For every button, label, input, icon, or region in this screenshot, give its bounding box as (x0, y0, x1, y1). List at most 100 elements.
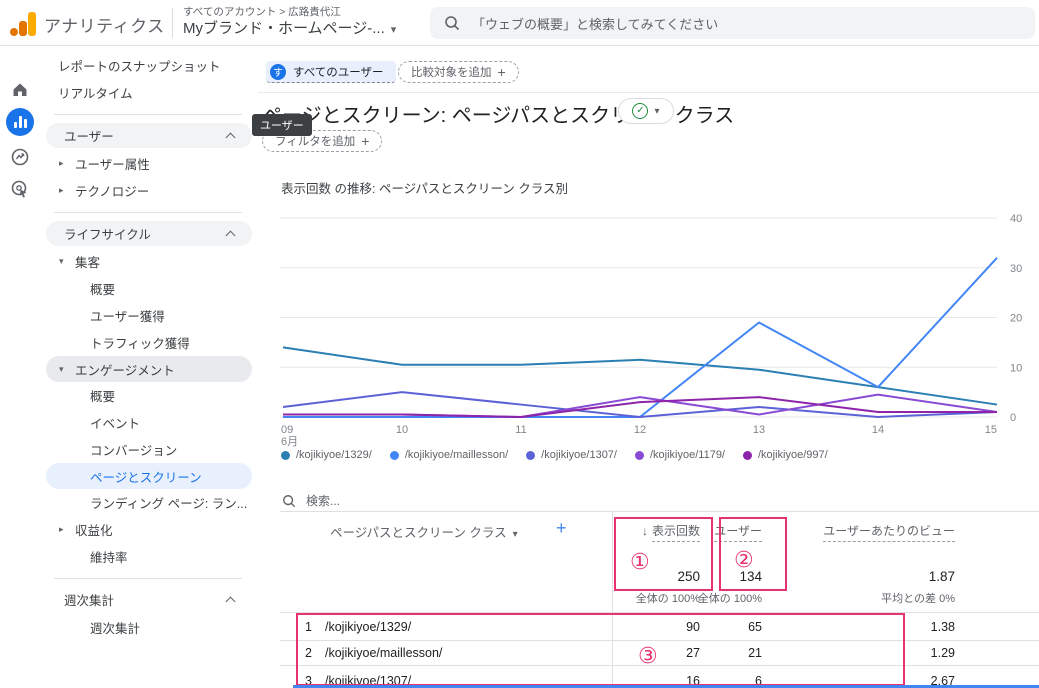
legend-item[interactable]: /kojikiyoe/maillesson/ (390, 449, 508, 461)
sidebar-item-label: レポートのスナップショット (58, 56, 221, 75)
audience-chip-label: すべてのユーザー (293, 64, 384, 80)
dimension-column-header[interactable]: ページパスとスクリーン クラス▾ (330, 522, 518, 541)
sidebar-item-label: 集客 (75, 252, 100, 271)
sidebar-item[interactable]: イベント (40, 409, 258, 436)
top-app-bar: アナリティクス すべてのアカウント > 広路貴代江 Myブランド・ホームページ-… (0, 0, 1039, 46)
svg-text:12: 12 (634, 424, 646, 436)
sidebar-item-label: 週次集計 (64, 590, 114, 609)
sidebar-item[interactable]: 週次集計 (46, 587, 252, 612)
search-icon (444, 15, 460, 31)
nav-rail (0, 46, 40, 688)
sidebar-item[interactable]: 週次集計 (40, 614, 258, 641)
chevron-up-icon (226, 597, 236, 607)
app-name: アナリティクス (44, 12, 165, 37)
legend-item[interactable]: /kojikiyoe/1329/ (281, 449, 372, 461)
svg-text:6月: 6月 (281, 436, 298, 448)
annotation-number-2: ② (734, 548, 754, 573)
sidebar-divider (54, 212, 242, 213)
chevron-down-icon: ▾ (59, 256, 64, 267)
sidebar-item[interactable]: ▾ 集客 (40, 248, 258, 275)
chevron-up-icon (226, 133, 236, 143)
annotation-number-3: ③ (638, 644, 658, 669)
views-per-user-total: 1.87 (805, 569, 955, 584)
svg-text:0: 0 (1010, 412, 1016, 424)
property-name: Myブランド・ホームページ-... (183, 20, 385, 37)
sidebar-divider (54, 114, 242, 115)
sidebar-item[interactable]: リアルタイム (40, 79, 258, 106)
chevron-down-icon: ▾ (391, 24, 397, 36)
column-views-per-user: ユーザーあたりのビュー 1.87 平均との差 0% (805, 522, 955, 606)
explore-icon[interactable] (7, 144, 33, 170)
search-icon (282, 494, 296, 508)
sidebar-item[interactable]: ランディング ページ: ラン... (40, 489, 258, 516)
chart-title: 表示回数 の推移: ページパスとスクリーン クラス別 (281, 178, 568, 197)
legend-label: /kojikiyoe/997/ (758, 449, 828, 461)
sidebar-item[interactable]: ▸テクノロジー (40, 177, 258, 204)
chevron-down-icon: ▾ (59, 364, 64, 375)
legend-item[interactable]: /kojikiyoe/1307/ (526, 449, 617, 461)
sidebar-item[interactable]: 概要 (40, 382, 258, 409)
sidebar-item[interactable]: ページとスクリーン (46, 463, 252, 489)
sidebar-item[interactable]: 概要 (40, 275, 258, 302)
property-switcher[interactable]: Myブランド・ホームページ-... ▾ (183, 17, 396, 38)
sidebar-item-label: ユーザー獲得 (90, 306, 165, 325)
chart-line (283, 397, 997, 417)
chevron-right-icon: ▸ (59, 524, 64, 535)
views-per-user-column-header[interactable]: ユーザーあたりのビュー (805, 522, 955, 539)
views-per-user-total-sub: 平均との差 0% (805, 590, 955, 606)
table-search-placeholder: 検索... (306, 492, 340, 509)
sidebar-item[interactable]: ユーザー (46, 123, 252, 148)
legend-dot-icon (390, 451, 399, 460)
topbar-divider (172, 8, 173, 38)
annotation-box-views (614, 517, 713, 591)
legend-label: /kojikiyoe/1329/ (296, 449, 372, 461)
chart-legend: /kojikiyoe/1329/ /kojikiyoe/maillesson/ /k… (281, 449, 828, 461)
legend-item[interactable]: /kojikiyoe/997/ (743, 449, 828, 461)
legend-dot-icon (526, 451, 535, 460)
line-chart[interactable]: 403020100091011121314156月 (280, 200, 1039, 448)
svg-text:15: 15 (985, 424, 997, 436)
sidebar-item-label: リアルタイム (58, 83, 133, 102)
legend-label: /kojikiyoe/1307/ (541, 449, 617, 461)
users-total-sub: 全体の 100% (683, 590, 762, 606)
svg-text:13: 13 (753, 424, 765, 436)
search-placeholder: 「ウェブの概要」と検索してみてください (472, 14, 718, 33)
annotation-number-1: ① (630, 550, 650, 575)
chevron-up-icon (226, 231, 236, 241)
sidebar-item[interactable]: ▸収益化 (40, 516, 258, 543)
sidebar-item[interactable]: ▸ユーザー属性 (40, 150, 258, 177)
sidebar-item[interactable]: トラフィック獲得 (40, 329, 258, 356)
home-icon[interactable] (7, 76, 33, 102)
global-search-input[interactable]: 「ウェブの概要」と検索してみてください (430, 7, 1035, 39)
sidebar-item[interactable]: ライフサイクル (46, 221, 252, 246)
sidebar-divider (54, 578, 242, 579)
svg-text:14: 14 (872, 424, 884, 436)
add-comparison-button[interactable]: 比較対象を追加 + (398, 61, 519, 83)
table-search-input[interactable]: 検索... (282, 492, 340, 509)
sidebar-item-label: 維持率 (90, 547, 128, 566)
sidebar-item[interactable]: レポートのスナップショット (40, 52, 258, 79)
legend-item[interactable]: /kojikiyoe/1179/ (635, 449, 725, 461)
chevron-right-icon: ▸ (59, 185, 64, 196)
analytics-logo-icon (10, 10, 36, 36)
sidebar-item[interactable]: コンバージョン (40, 436, 258, 463)
data-quality-badge[interactable]: ✓ ▾ (618, 98, 674, 124)
legend-label: /kojikiyoe/1179/ (650, 449, 725, 461)
legend-dot-icon (281, 451, 290, 460)
sidebar-item[interactable]: ユーザー獲得 (40, 302, 258, 329)
plus-icon: + (361, 133, 369, 149)
sidebar-item-label: ランディング ページ: ラン... (90, 493, 247, 512)
advertising-icon[interactable] (7, 176, 33, 202)
reports-icon[interactable] (6, 108, 34, 136)
table-divider (280, 511, 1039, 512)
audience-chip[interactable]: す すべてのユーザー (266, 61, 396, 83)
audience-chip-icon: す (270, 64, 286, 80)
sidebar-item[interactable]: 維持率 (40, 543, 258, 570)
header-divider (258, 92, 1039, 93)
sidebar-item[interactable]: ▾エンゲージメント (46, 356, 252, 382)
sidebar-item-label: コンバージョン (90, 440, 177, 459)
svg-text:09: 09 (281, 424, 293, 436)
add-column-button[interactable]: + (556, 518, 567, 539)
dimension-column-label: ページパスとスクリーン クラス (330, 526, 507, 540)
check-circle-icon: ✓ (632, 103, 648, 119)
